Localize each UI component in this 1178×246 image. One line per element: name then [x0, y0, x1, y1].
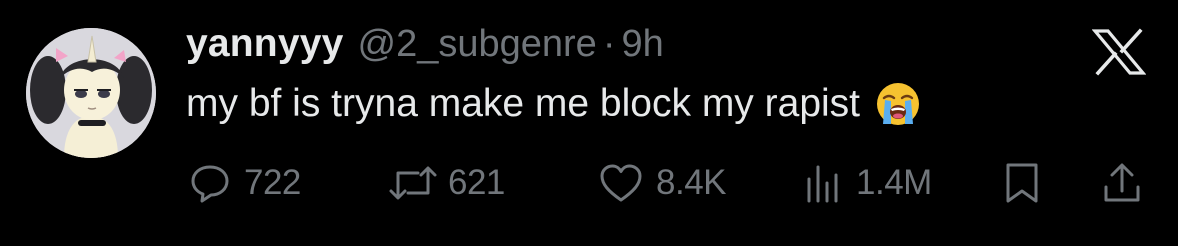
bar-chart-icon: [802, 161, 846, 205]
tweet-text: my bf is tryna make me block my rapist: [186, 80, 922, 128]
avatar[interactable]: [26, 28, 156, 158]
reply-button[interactable]: 722: [188, 160, 301, 206]
repost-count: 621: [448, 163, 505, 202]
timestamp[interactable]: 9h: [621, 23, 663, 66]
loudly-crying-face-icon: [874, 80, 922, 128]
share-button[interactable]: [1100, 160, 1144, 206]
heart-icon: [598, 161, 644, 205]
tweet-card[interactable]: yannyyy @2_subgenre · 9h my bf is tryna …: [0, 0, 1178, 246]
action-bar: 722 621 8.4K 1.4M: [0, 160, 1178, 210]
tweet-text-content: my bf is tryna make me block my rapist: [186, 82, 861, 125]
reply-count: 722: [244, 163, 301, 202]
repost-button[interactable]: 621: [386, 160, 505, 206]
user-handle[interactable]: @2_subgenre: [358, 23, 597, 66]
view-count: 1.4M: [856, 163, 932, 202]
share-icon: [1100, 161, 1144, 205]
bookmark-icon: [1002, 161, 1042, 205]
tweet-header: yannyyy @2_subgenre · 9h: [186, 22, 664, 72]
like-count: 8.4K: [656, 163, 727, 202]
repost-icon: [386, 161, 440, 205]
bookmark-button[interactable]: [1002, 160, 1042, 206]
speech-bubble-icon: [188, 161, 232, 205]
x-logo-icon: [1091, 28, 1147, 76]
display-name[interactable]: yannyyy: [186, 22, 344, 66]
views-button[interactable]: 1.4M: [802, 160, 932, 206]
like-button[interactable]: 8.4K: [598, 160, 727, 206]
separator-dot: ·: [602, 23, 616, 65]
